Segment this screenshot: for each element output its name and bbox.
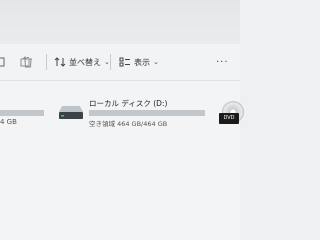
cut-button[interactable] bbox=[0, 52, 6, 72]
chevron-down-icon: ⌄ bbox=[153, 58, 159, 66]
chevron-down-icon: ⌄ bbox=[104, 58, 110, 66]
dvd-drive-icon[interactable]: DVD bbox=[217, 101, 244, 131]
sort-label: 並べ替え bbox=[69, 57, 101, 67]
more-options-label: ··· bbox=[216, 56, 229, 68]
dvd-badge: DVD bbox=[219, 113, 239, 124]
sort-arrows-icon bbox=[54, 57, 66, 67]
folder-outline-icon bbox=[0, 57, 5, 67]
trash-icon bbox=[24, 57, 32, 68]
hard-drive-icon[interactable] bbox=[58, 104, 84, 124]
drive-size-text: 4 GB bbox=[0, 118, 17, 126]
drive-usage-bar bbox=[0, 110, 44, 116]
drive-name[interactable]: ローカル ディスク (D:) bbox=[89, 98, 167, 109]
view-label: 表示 bbox=[134, 57, 150, 67]
view-grid-icon bbox=[119, 57, 130, 67]
toolbar-separator bbox=[46, 54, 47, 70]
view-button[interactable]: 表示 ⌄ bbox=[119, 52, 159, 72]
delete-button[interactable] bbox=[22, 52, 34, 72]
more-options-button[interactable]: ··· bbox=[216, 52, 229, 72]
drive-usage-bar bbox=[89, 110, 205, 116]
sort-button[interactable]: 並べ替え ⌄ bbox=[54, 52, 110, 72]
toolbar-separator bbox=[110, 54, 111, 70]
drive-size-text: 空き領域 464 GB/464 GB bbox=[89, 120, 168, 128]
title-bar-area bbox=[0, 0, 240, 45]
